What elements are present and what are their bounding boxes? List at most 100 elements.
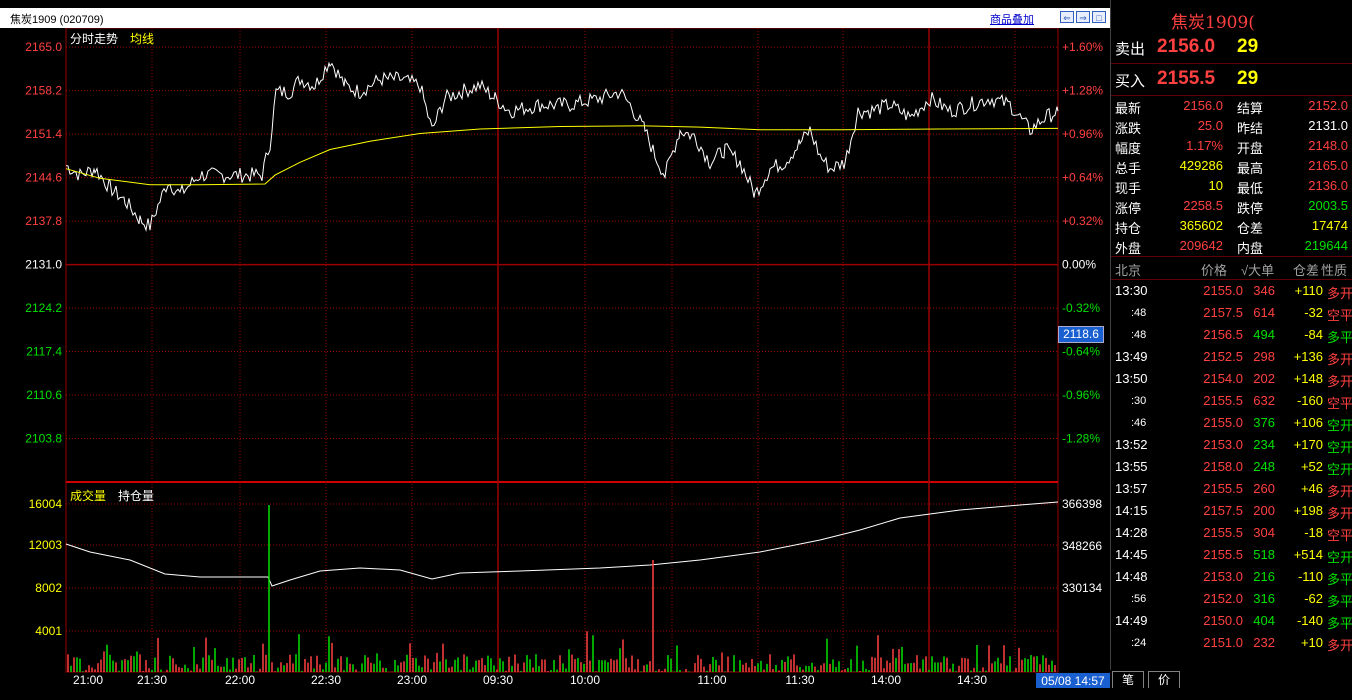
chart-area[interactable]: 2165.0 +1.60% 2158.2 +1.28% 2151.4 +0.96% 2144… <box>0 0 1110 700</box>
legend-oi: 持仓量 <box>118 489 155 503</box>
trade-row[interactable]: 14:49 2150.0 404 -140 多平 <box>1111 610 1352 632</box>
trade-row[interactable]: 13:57 2155.5 260 +46 多开 <box>1111 478 1352 500</box>
trade-price: 2156.5 <box>1203 327 1243 342</box>
pct-tick-label: -1.28% <box>1062 432 1100 446</box>
trade-volume: 518 <box>1253 547 1275 562</box>
trade-price: 2155.0 <box>1203 283 1243 298</box>
quote-label: 总手 <box>1115 161 1142 176</box>
trade-nature: 多开 <box>1327 506 1352 521</box>
quote-row: 现手 10 最低 2136.0 <box>1115 176 1349 196</box>
legend-volume: 成交量 <box>70 489 107 503</box>
overlay-link[interactable]: 商品叠加 <box>990 11 1034 27</box>
trade-row[interactable]: :24 2151.0 232 +10 多开 <box>1111 632 1352 654</box>
trade-time: 13:55 <box>1115 459 1148 474</box>
trade-oi-change: +136 <box>1293 349 1323 364</box>
trade-volume: 234 <box>1253 437 1275 452</box>
trade-row[interactable]: :48 2157.5 614 -32 空平 <box>1111 302 1352 324</box>
trade-nature: 多开 <box>1327 484 1352 499</box>
prev-icon[interactable]: ⇐ <box>1060 11 1074 23</box>
oi-tick-label: 366398 <box>1062 497 1102 511</box>
trade-row[interactable]: 14:15 2157.5 200 +198 多开 <box>1111 500 1352 522</box>
trade-price: 2158.0 <box>1203 459 1243 474</box>
time-tick-label: 22:00 <box>225 673 255 687</box>
trade-row[interactable]: 13:55 2158.0 248 +52 空开 <box>1111 456 1352 478</box>
trade-oi-change: +170 <box>1293 437 1323 452</box>
pct-tick-label: -0.96% <box>1062 388 1100 402</box>
trade-oi-change: -18 <box>1304 525 1323 540</box>
trade-oi-change: -160 <box>1296 393 1323 408</box>
trade-row[interactable]: 13:49 2152.5 298 +136 多开 <box>1111 346 1352 368</box>
trade-volume: 376 <box>1253 415 1275 430</box>
price-tick-label: 2165.0 <box>25 40 62 54</box>
next-icon[interactable]: ⇒ <box>1076 11 1090 23</box>
quote-value: 2258.5 <box>1183 198 1223 213</box>
quote-label: 最低 <box>1237 181 1264 196</box>
tab-ticks[interactable]: 笔 <box>1112 671 1144 689</box>
trade-row[interactable]: :30 2155.5 632 -160 空平 <box>1111 390 1352 412</box>
time-tick-label: 22:30 <box>311 673 341 687</box>
trade-nature: 多平 <box>1327 616 1352 631</box>
trade-nature: 空平 <box>1327 396 1352 411</box>
quote-label: 跌停 <box>1237 201 1264 216</box>
trade-row[interactable]: 13:30 2155.0 346 +110 多开 <box>1111 280 1352 302</box>
quote-value: 429286 <box>1179 158 1223 173</box>
trade-volume: 404 <box>1253 613 1275 628</box>
trade-price: 2150.0 <box>1203 613 1243 628</box>
volume-tick-label: 12003 <box>29 538 63 552</box>
quote-label: 最高 <box>1237 161 1264 176</box>
trade-row[interactable]: 13:52 2153.0 234 +170 空开 <box>1111 434 1352 456</box>
trade-nature: 空平 <box>1327 528 1352 543</box>
time-tick-label: 10:00 <box>570 673 600 687</box>
pct-tick-label: +1.60% <box>1062 40 1103 54</box>
quote-label: 内盘 <box>1237 241 1264 256</box>
volume-tick-label: 4001 <box>35 624 62 638</box>
tab-prices[interactable]: 价 <box>1148 671 1180 689</box>
quote-label: 幅度 <box>1115 141 1142 156</box>
quote-value: 10 <box>1208 178 1223 193</box>
quote-label: 昨结 <box>1237 121 1264 136</box>
trade-row[interactable]: 14:48 2153.0 216 -110 多平 <box>1111 566 1352 588</box>
pct-tick-label: 0.00% <box>1062 258 1096 272</box>
trade-row[interactable]: :46 2155.0 376 +106 空开 <box>1111 412 1352 434</box>
trade-volume: 260 <box>1253 481 1275 496</box>
trade-time: :48 <box>1131 329 1147 341</box>
time-tick-label: 09:30 <box>483 673 513 687</box>
trade-time: 13:30 <box>1115 283 1148 298</box>
quote-row: 最新 2156.0 结算 2152.0 <box>1115 96 1349 116</box>
trade-nature: 空开 <box>1327 440 1352 455</box>
cursor-price-label: 2118.6 <box>1058 326 1104 343</box>
maximize-icon[interactable]: □ <box>1092 11 1106 23</box>
quote-value: 2165.0 <box>1308 158 1348 173</box>
trade-time: 13:50 <box>1115 371 1148 386</box>
legend-intraday: 分时走势 <box>70 32 119 46</box>
price-tick-label: 2151.4 <box>25 127 62 141</box>
trade-row[interactable]: 14:28 2155.5 304 -18 空平 <box>1111 522 1352 544</box>
trade-price: 2157.5 <box>1203 503 1243 518</box>
trade-oi-change: +198 <box>1293 503 1323 518</box>
trade-row[interactable]: :48 2156.5 494 -84 多平 <box>1111 324 1352 346</box>
trade-time: :30 <box>1131 395 1147 407</box>
trade-oi-change: +46 <box>1300 481 1323 496</box>
quote-label: 仓差 <box>1237 221 1264 236</box>
trade-row[interactable]: 13:50 2154.0 202 +148 多开 <box>1111 368 1352 390</box>
trade-price: 2155.5 <box>1203 481 1243 496</box>
price-tick-label: 2158.2 <box>25 84 62 98</box>
trade-volume: 200 <box>1253 503 1275 518</box>
trade-time: :56 <box>1131 593 1147 605</box>
intraday-chart[interactable]: 2165.0 +1.60% 2158.2 +1.28% 2151.4 +0.96% 2144… <box>0 0 1110 700</box>
trade-nature: 多开 <box>1327 352 1352 367</box>
pct-tick-label: +1.28% <box>1062 84 1103 98</box>
quote-label: 现手 <box>1115 181 1142 196</box>
price-tick-label: 2103.8 <box>25 432 62 446</box>
trade-volume: 216 <box>1253 569 1275 584</box>
trade-row[interactable]: 14:45 2155.5 518 +514 空开 <box>1111 544 1352 566</box>
quote-value: 2003.5 <box>1308 198 1348 213</box>
trade-price: 2151.0 <box>1203 635 1243 650</box>
trade-row[interactable]: :56 2152.0 316 -62 多平 <box>1111 588 1352 610</box>
quote-label: 涨停 <box>1115 201 1142 216</box>
trade-oi-change: +10 <box>1300 635 1323 650</box>
trade-price: 2155.5 <box>1203 393 1243 408</box>
quote-label: 最新 <box>1115 101 1142 116</box>
trade-volume: 248 <box>1253 459 1275 474</box>
trade-time: :46 <box>1131 417 1147 429</box>
